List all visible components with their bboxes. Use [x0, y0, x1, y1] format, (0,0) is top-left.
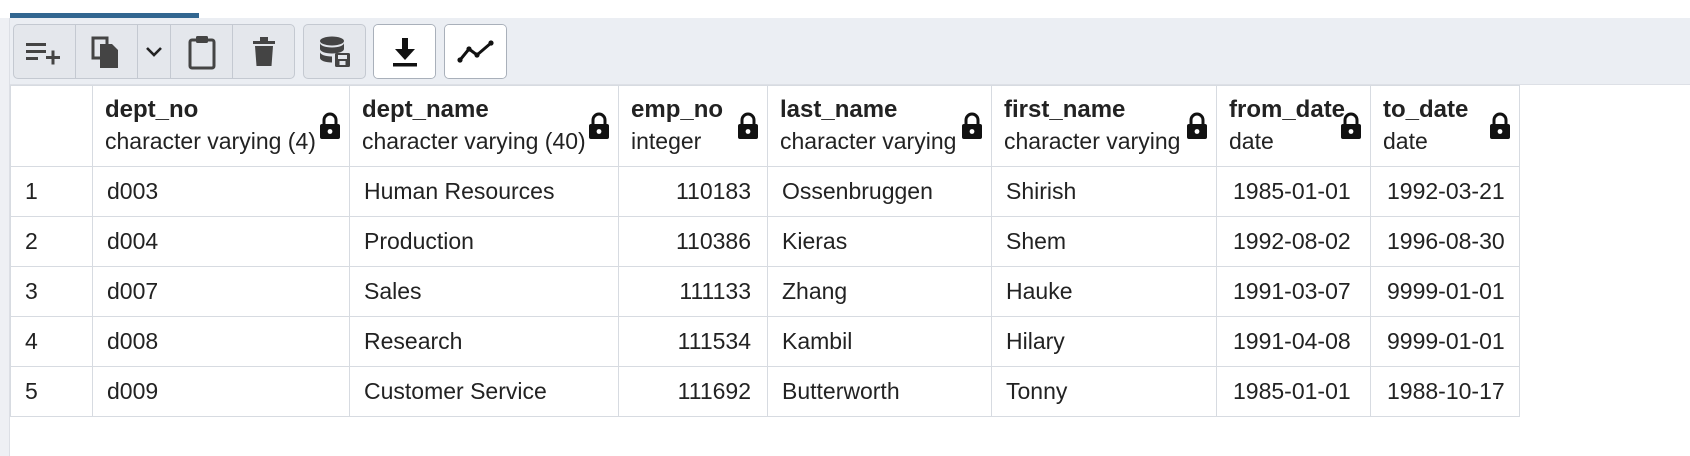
column-name: dept_name: [362, 96, 489, 123]
cell-dept-no[interactable]: d007: [92, 266, 350, 317]
table-row[interactable]: 5 d009 Customer Service 111692 Butterwor…: [10, 366, 1520, 417]
add-row-icon: [26, 42, 61, 64]
column-name: first_name: [1004, 96, 1126, 123]
save-data-button[interactable]: [304, 25, 365, 78]
column-type: date: [1229, 128, 1274, 154]
lock-icon: [738, 112, 758, 139]
column-type: character varying: [780, 128, 957, 154]
lock-icon: [962, 112, 982, 139]
edit-button-group: [13, 24, 295, 79]
save-button-group: [303, 24, 366, 79]
column-header-from-date[interactable]: from_date date: [1216, 85, 1371, 167]
line-chart-icon: [456, 39, 494, 63]
graph-visualiser-button[interactable]: [445, 25, 506, 78]
cell-last-name[interactable]: Kieras: [767, 216, 992, 267]
column-header-to-date[interactable]: to_date date: [1370, 85, 1520, 167]
lock-icon: [1187, 112, 1207, 139]
cell-first-name[interactable]: Shem: [991, 216, 1217, 267]
grid-header-row: dept_no character varying (4) dept_name …: [10, 85, 1520, 167]
row-number-header[interactable]: [10, 85, 93, 167]
row-number[interactable]: 1: [10, 166, 93, 217]
cell-emp-no[interactable]: 111133: [618, 266, 768, 317]
lock-icon: [320, 112, 340, 139]
database-save-icon: [319, 36, 350, 67]
tab-strip: [0, 0, 1690, 19]
column-name: dept_no: [105, 96, 199, 123]
copy-icon: [91, 36, 119, 68]
cell-from-date[interactable]: 1991-03-07: [1216, 266, 1371, 317]
left-panel-edge: [0, 18, 10, 456]
cell-emp-no[interactable]: 110386: [618, 216, 768, 267]
cell-emp-no[interactable]: 111534: [618, 316, 768, 367]
cell-emp-no[interactable]: 111692: [618, 366, 768, 417]
download-icon: [392, 37, 417, 66]
cell-dept-no[interactable]: d008: [92, 316, 350, 367]
column-name: last_name: [780, 96, 898, 123]
copy-options-dropdown[interactable]: [138, 25, 172, 78]
cell-last-name[interactable]: Zhang: [767, 266, 992, 317]
lock-icon: [1489, 112, 1510, 139]
column-type: character varying (4): [105, 128, 316, 154]
cell-first-name[interactable]: Tonny: [991, 366, 1217, 417]
lock-icon: [589, 112, 609, 139]
data-grid-toolbar: [10, 18, 1690, 85]
table-row[interactable]: 2 d004 Production 110386 Kieras Shem 199…: [10, 216, 1520, 267]
download-button[interactable]: [374, 25, 435, 78]
cell-dept-name[interactable]: Human Resources: [349, 166, 619, 217]
lock-icon: [1341, 112, 1361, 139]
cell-dept-name[interactable]: Production: [349, 216, 619, 267]
cell-to-date[interactable]: 9999-01-01: [1370, 266, 1520, 317]
cell-first-name[interactable]: Hauke: [991, 266, 1217, 317]
add-row-button[interactable]: [14, 25, 76, 78]
column-header-first-name[interactable]: first_name character varying: [991, 85, 1217, 167]
table-row[interactable]: 1 d003 Human Resources 110183 Ossenbrugg…: [10, 166, 1520, 217]
graph-button-group: [444, 24, 507, 79]
delete-button[interactable]: [233, 25, 294, 78]
clipboard-icon: [188, 35, 216, 69]
column-type: character varying (40): [362, 128, 586, 154]
cell-to-date[interactable]: 9999-01-01: [1370, 316, 1520, 367]
copy-button[interactable]: [76, 25, 138, 78]
cell-emp-no[interactable]: 110183: [618, 166, 768, 217]
trash-icon: [252, 36, 275, 66]
cell-from-date[interactable]: 1991-04-08: [1216, 316, 1371, 367]
data-output-grid: dept_no character varying (4) dept_name …: [10, 85, 1520, 417]
cell-first-name[interactable]: Shirish: [991, 166, 1217, 217]
row-number[interactable]: 4: [10, 316, 93, 367]
cell-to-date[interactable]: 1996-08-30: [1370, 216, 1520, 267]
row-number[interactable]: 2: [10, 216, 93, 267]
row-number[interactable]: 5: [10, 366, 93, 417]
table-row[interactable]: 4 d008 Research 111534 Kambil Hilary 199…: [10, 316, 1520, 367]
cell-last-name[interactable]: Kambil: [767, 316, 992, 367]
cell-to-date[interactable]: 1988-10-17: [1370, 366, 1520, 417]
row-number[interactable]: 3: [10, 266, 93, 317]
cell-dept-name[interactable]: Customer Service: [349, 366, 619, 417]
column-type: character varying: [1004, 128, 1181, 154]
cell-dept-name[interactable]: Sales: [349, 266, 619, 317]
cell-from-date[interactable]: 1985-01-01: [1216, 166, 1371, 217]
download-button-group: [373, 24, 436, 79]
cell-from-date[interactable]: 1992-08-02: [1216, 216, 1371, 267]
column-header-dept-name[interactable]: dept_name character varying (40): [349, 85, 619, 167]
cell-dept-no[interactable]: d003: [92, 166, 350, 217]
cell-first-name[interactable]: Hilary: [991, 316, 1217, 367]
cell-to-date[interactable]: 1992-03-21: [1370, 166, 1520, 217]
column-name: from_date: [1229, 96, 1346, 123]
cell-dept-name[interactable]: Research: [349, 316, 619, 367]
cell-dept-no[interactable]: d009: [92, 366, 350, 417]
cell-last-name[interactable]: Ossenbruggen: [767, 166, 992, 217]
cell-dept-no[interactable]: d004: [92, 216, 350, 267]
paste-button[interactable]: [171, 25, 234, 78]
cell-from-date[interactable]: 1985-01-01: [1216, 366, 1371, 417]
column-header-emp-no[interactable]: emp_no integer: [618, 85, 768, 167]
cell-last-name[interactable]: Butterworth: [767, 366, 992, 417]
column-header-last-name[interactable]: last_name character varying: [767, 85, 992, 167]
chevron-down-icon: [146, 46, 162, 57]
column-header-dept-no[interactable]: dept_no character varying (4): [92, 85, 350, 167]
table-row[interactable]: 3 d007 Sales 111133 Zhang Hauke 1991-03-…: [10, 266, 1520, 317]
